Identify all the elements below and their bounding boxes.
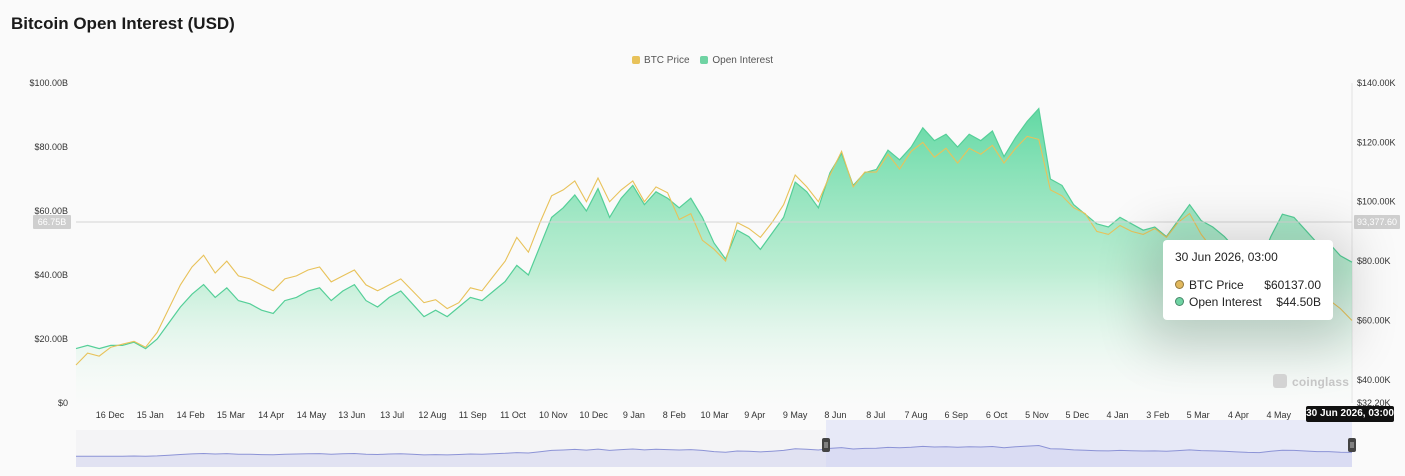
watermark-text: coinglass — [1292, 375, 1350, 389]
right-y-axis: $32.20K$40.00K$60.00K$80.00K$100.00K$120… — [1351, 78, 1396, 408]
x-axis-tick-label: 5 Mar — [1187, 410, 1210, 420]
left-y-axis: $0 $20.00B $40.00B $60.00B $80.00B $100.00B — [29, 78, 68, 408]
series-layer — [75, 107, 1353, 403]
tooltip-date: 30 Jun 2026, 03:00 — [1175, 250, 1278, 264]
x-axis-tick-label: 6 Sep — [945, 410, 969, 420]
x-axis-tick-label: 11 Sep — [459, 410, 487, 420]
left-axis-tick-label: $0 — [58, 398, 68, 408]
x-axis: 16 Dec 15 Jan 14 Feb 15 Mar 14 Apr 14 May 13 J… — [96, 410, 1292, 420]
right-axis-tick-label: $100.00K — [1357, 197, 1396, 207]
crosshair-right-label: 93,377.60 — [1357, 217, 1397, 227]
x-axis-tick-label: 4 Jan — [1106, 410, 1128, 420]
tooltip-dot-open-interest — [1175, 296, 1184, 306]
x-axis-tick-label: 14 Apr — [258, 410, 284, 420]
x-axis-tick-label: 4 Apr — [1228, 410, 1249, 420]
left-axis-tick-label: $100.00B — [29, 78, 68, 88]
navigator-left-handle[interactable] — [822, 438, 830, 452]
right-axis-tick-label: $120.00K — [1357, 137, 1396, 147]
x-axis-tick-label: 9 Apr — [744, 410, 765, 420]
tooltip-label-open-interest: Open Interest — [1189, 294, 1262, 309]
right-axis-tick-label: $60.00K — [1357, 315, 1391, 325]
x-axis-tick-label: 3 Feb — [1146, 410, 1169, 420]
x-axis-tick-label: 10 Mar — [700, 410, 728, 420]
left-axis-tick-label: $20.00B — [34, 334, 68, 344]
open-interest-area — [76, 108, 1352, 403]
x-axis-tick-label: 6 Oct — [986, 410, 1008, 420]
left-axis-tick-label: $40.00B — [34, 270, 68, 280]
x-axis-tick-label: 10 Nov — [539, 410, 568, 420]
right-axis-tick-label: $140.00K — [1357, 78, 1396, 88]
data-tooltip: 30 Jun 2026, 03:00 BTC Price $60137.00 O… — [1163, 240, 1333, 320]
x-axis-tick-label: 15 Jan — [137, 410, 164, 420]
right-axis-tick-label: $80.00K — [1357, 256, 1391, 266]
x-axis-tick-label: 5 Dec — [1065, 410, 1089, 420]
tooltip-value-open-interest: $44.50B — [1276, 294, 1321, 309]
crosshair-left-label: 66.75B — [38, 217, 67, 227]
tooltip-dot-btc-price — [1175, 279, 1184, 289]
tooltip-row-open-interest: Open Interest $44.50B — [1175, 293, 1321, 310]
coinglass-watermark: coinglass — [1273, 374, 1349, 389]
left-axis-tick-label: $60.00B — [34, 206, 68, 216]
x-axis-tick-label: 8 Jun — [824, 410, 846, 420]
tooltip-label-btc-price: BTC Price — [1189, 277, 1244, 292]
coinglass-logo-icon — [1273, 374, 1287, 388]
range-navigator[interactable] — [75, 420, 1356, 467]
x-axis-tick-label: 8 Jul — [866, 410, 885, 420]
right-axis-tick-label: $40.00K — [1357, 375, 1391, 385]
x-axis-tick-label: 5 Nov — [1025, 410, 1049, 420]
x-axis-tick-label: 8 Feb — [663, 410, 686, 420]
x-axis-tick-label: 9 Jan — [623, 410, 645, 420]
x-axis-tick-label: 14 May — [297, 410, 327, 420]
x-axis-tick-label: 15 Mar — [217, 410, 245, 420]
x-axis-tick-label: 11 Oct — [500, 410, 526, 420]
x-axis-tick-label: 12 Aug — [418, 410, 446, 420]
x-axis-tick-label: 16 Dec — [96, 410, 125, 420]
left-axis-tick-label: $80.00B — [34, 142, 68, 152]
x-axis-tick-label: 14 Feb — [177, 410, 205, 420]
tooltip-value-btc-price: $60137.00 — [1264, 277, 1321, 292]
x-axis-tick-label: 13 Jul — [380, 410, 404, 420]
x-axis-tick-label: 13 Jun — [338, 410, 365, 420]
navigator-right-handle[interactable] — [1348, 438, 1356, 452]
tooltip-row-btc-price: BTC Price $60137.00 — [1175, 276, 1321, 293]
chart-canvas[interactable]: $0 $20.00B $40.00B $60.00B $80.00B $100.00B $… — [0, 0, 1405, 476]
x-axis-tick-label: 7 Aug — [904, 410, 927, 420]
x-axis-tick-label: 10 Dec — [579, 410, 608, 420]
crosshair-x-badge: 30 Jun 2026, 03:00 — [1306, 406, 1394, 422]
x-axis-tick-label: 4 May — [1266, 410, 1291, 420]
x-axis-tick-label: 9 May — [783, 410, 808, 420]
